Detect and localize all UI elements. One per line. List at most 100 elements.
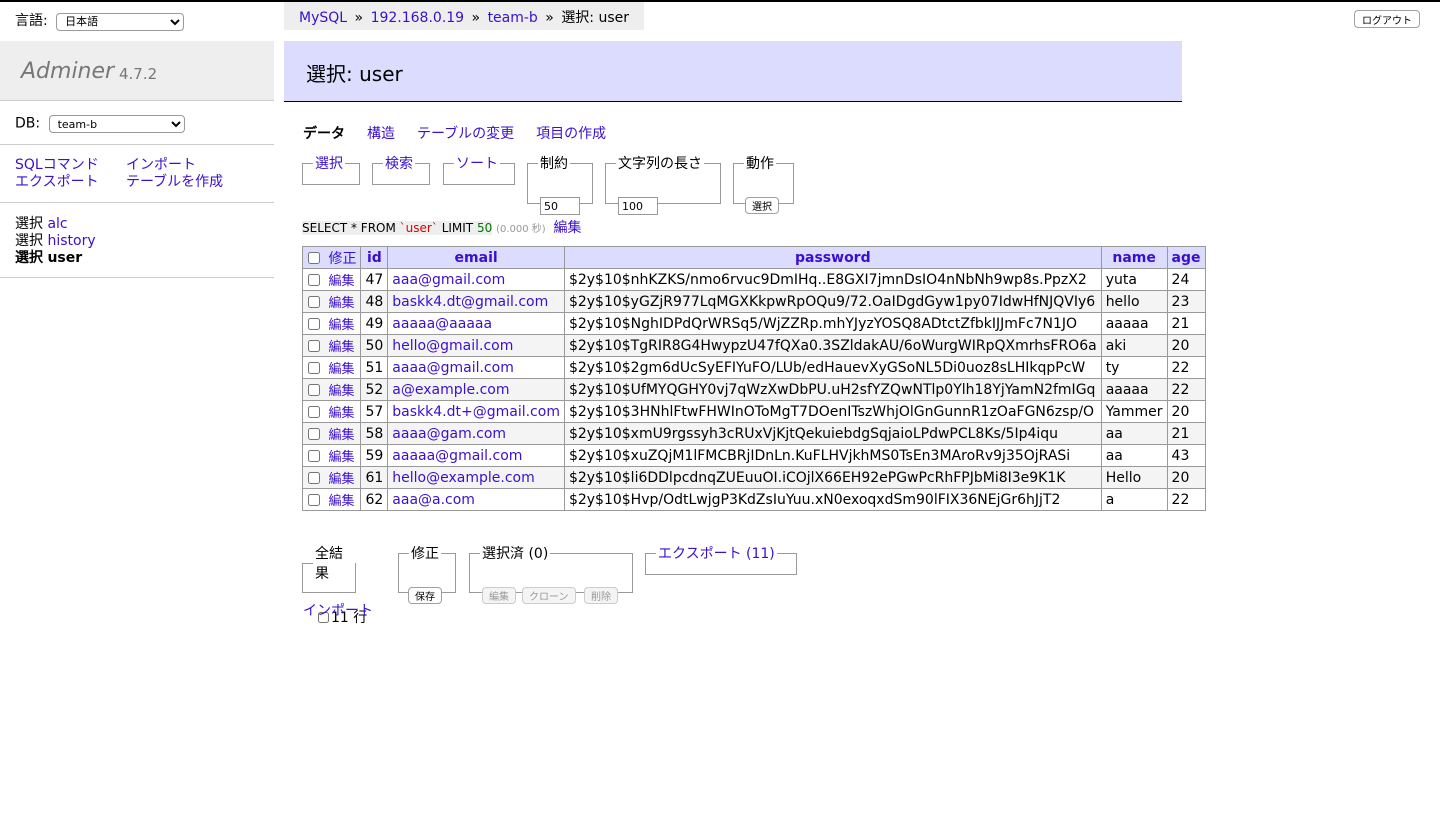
db-select[interactable]: team-b — [48, 115, 185, 133]
create-table-link[interactable]: テーブルを作成 — [126, 174, 223, 191]
export-rows-link[interactable]: エクスポート (11) — [658, 546, 775, 562]
email-link[interactable]: baskk4.dt@gmail.com — [392, 294, 548, 310]
email-link[interactable]: hello@example.com — [392, 470, 534, 486]
row-edit-link[interactable]: 編集 — [328, 472, 354, 487]
column-header-label[interactable]: id — [367, 250, 382, 266]
email-link[interactable]: a@example.com — [392, 382, 509, 398]
row-edit-link[interactable]: 編集 — [328, 384, 354, 399]
modify-header-link[interactable]: 修正 — [328, 251, 356, 267]
table-item-alc[interactable]: 選択 alc — [15, 216, 96, 233]
row-edit-link[interactable]: 編集 — [328, 494, 354, 509]
cell-id: 62 — [360, 488, 389, 511]
row-checkbox[interactable] — [308, 472, 320, 484]
import-rows-link[interactable]: インポート — [303, 600, 373, 620]
tab-data[interactable]: データ — [303, 126, 345, 142]
table-name-link[interactable]: alc — [47, 216, 67, 232]
row-checkbox[interactable] — [308, 406, 320, 418]
email-link[interactable]: aaaaa@aaaaa — [392, 316, 492, 332]
table-row: 編集 58 aaaa@gam.com $2y$10$xmU9rgssyh3cRU… — [301, 422, 1206, 445]
language-select[interactable]: 日本語 — [56, 12, 185, 31]
row-edit-link[interactable]: 編集 — [328, 428, 354, 443]
email-link[interactable]: aaa@a.com — [392, 492, 475, 508]
import-link[interactable]: インポート — [126, 157, 196, 174]
email-link[interactable]: aaaa@gmail.com — [392, 360, 514, 376]
select-table-link[interactable]: 選択 — [15, 250, 43, 266]
modify-fieldset: 修正 保存 — [398, 543, 456, 604]
cell-id: 48 — [360, 290, 389, 313]
row-checkbox[interactable] — [308, 494, 320, 506]
column-header-password[interactable]: password — [563, 246, 1102, 269]
tab-new-item[interactable]: 項目の作成 — [536, 126, 606, 142]
row-checkbox[interactable] — [308, 296, 320, 308]
sort-link[interactable]: ソート — [456, 156, 498, 172]
clone-button[interactable]: クローン — [522, 587, 576, 604]
select-action-button[interactable]: 選択 — [745, 197, 779, 214]
row-edit-link[interactable]: 編集 — [328, 362, 354, 377]
cell-email: baskk4.dt+@gmail.com — [387, 400, 565, 423]
email-link[interactable]: aaa@gmail.com — [392, 272, 505, 288]
cell-id: 47 — [360, 268, 389, 291]
breadcrumb-db[interactable]: team-b — [488, 10, 538, 26]
email-link[interactable]: aaaaa@gmail.com — [392, 448, 522, 464]
app-name[interactable]: Adminer — [21, 59, 114, 84]
app-version: 4.7.2 — [119, 65, 158, 83]
table-row: 編集 59 aaaaa@gmail.com $2y$10$xuZQjM1lFMC… — [301, 444, 1206, 467]
row-checkbox[interactable] — [308, 428, 320, 440]
row-checkbox[interactable] — [308, 450, 320, 462]
tab-structure[interactable]: 構造 — [367, 126, 395, 142]
cell-name: a — [1100, 488, 1168, 511]
breadcrumb-mysql[interactable]: MySQL — [299, 10, 347, 26]
row-edit-link[interactable]: 編集 — [328, 340, 354, 355]
table-name-link[interactable]: user — [47, 250, 82, 266]
column-header-label[interactable]: email — [455, 250, 498, 266]
column-header-age[interactable]: age — [1166, 246, 1206, 269]
email-link[interactable]: hello@gmail.com — [392, 338, 513, 354]
column-header-name[interactable]: name — [1100, 246, 1168, 269]
select-table-link[interactable]: 選択 — [15, 233, 43, 249]
cell-name: aki — [1100, 334, 1168, 357]
column-header-label[interactable]: name — [1112, 250, 1156, 266]
row-edit-link[interactable]: 編集 — [328, 406, 354, 421]
sidebar-divider — [0, 144, 274, 145]
email-link[interactable]: aaaa@gam.com — [392, 426, 506, 442]
breadcrumb-host[interactable]: 192.168.0.19 — [371, 10, 465, 26]
export-link[interactable]: エクスポート — [15, 174, 99, 190]
column-header-label[interactable]: age — [1172, 250, 1201, 266]
table-name-link[interactable]: history — [47, 233, 95, 249]
row-edit-link[interactable]: 編集 — [328, 296, 354, 311]
row-edit-link[interactable]: 編集 — [328, 318, 354, 333]
table-item-history[interactable]: 選択 history — [15, 233, 96, 250]
column-header-email[interactable]: email — [387, 246, 565, 269]
action-label: 動作 — [746, 156, 774, 172]
limit-input[interactable] — [540, 197, 580, 215]
breadcrumb: MySQL » 192.168.0.19 » team-b » 選択: user — [284, 2, 644, 30]
cell-password: $2y$10$NghIDPdQrWRSq5/WjZZRp.mhYJyzYOSQ8… — [563, 312, 1102, 335]
table-row: 編集 52 a@example.com $2y$10$UfMYQGHY0vj7q… — [301, 378, 1206, 401]
row-checkbox[interactable] — [308, 318, 320, 330]
text-length-input[interactable] — [618, 197, 658, 215]
row-checkbox[interactable] — [308, 274, 320, 286]
row-checkbox[interactable] — [308, 362, 320, 374]
tab-alter-table[interactable]: テーブルの変更 — [417, 126, 514, 142]
edit-selected-button[interactable]: 編集 — [482, 587, 516, 604]
row-edit-link[interactable]: 編集 — [328, 274, 354, 289]
select-table-link[interactable]: 選択 — [15, 216, 43, 232]
cell-password: $2y$10$UfMYQGHY0vj7qWzXwDbPU.uH2sfYZQwNT… — [563, 378, 1102, 401]
email-link[interactable]: baskk4.dt+@gmail.com — [392, 404, 560, 420]
sql-command-link[interactable]: SQLコマンド — [15, 157, 99, 173]
search-link[interactable]: 検索 — [385, 156, 413, 172]
row-checkbox[interactable] — [308, 384, 320, 396]
table-item-user[interactable]: 選択 user — [15, 250, 96, 267]
logout-button[interactable]: ログアウト — [1354, 10, 1420, 28]
column-header-id[interactable]: id — [360, 246, 389, 269]
db-selector: DB: team-b — [15, 115, 185, 133]
row-checkbox[interactable] — [308, 340, 320, 352]
column-header-label[interactable]: password — [795, 250, 871, 266]
delete-button[interactable]: 削除 — [584, 587, 618, 604]
row-edit-link[interactable]: 編集 — [328, 450, 354, 465]
cell-email: aaaa@gam.com — [387, 422, 565, 445]
select-all-checkbox[interactable] — [308, 251, 320, 264]
sql-edit-link[interactable]: 編集 — [554, 220, 582, 236]
select-columns-link[interactable]: 選択 — [315, 156, 343, 172]
save-button[interactable]: 保存 — [408, 587, 442, 604]
